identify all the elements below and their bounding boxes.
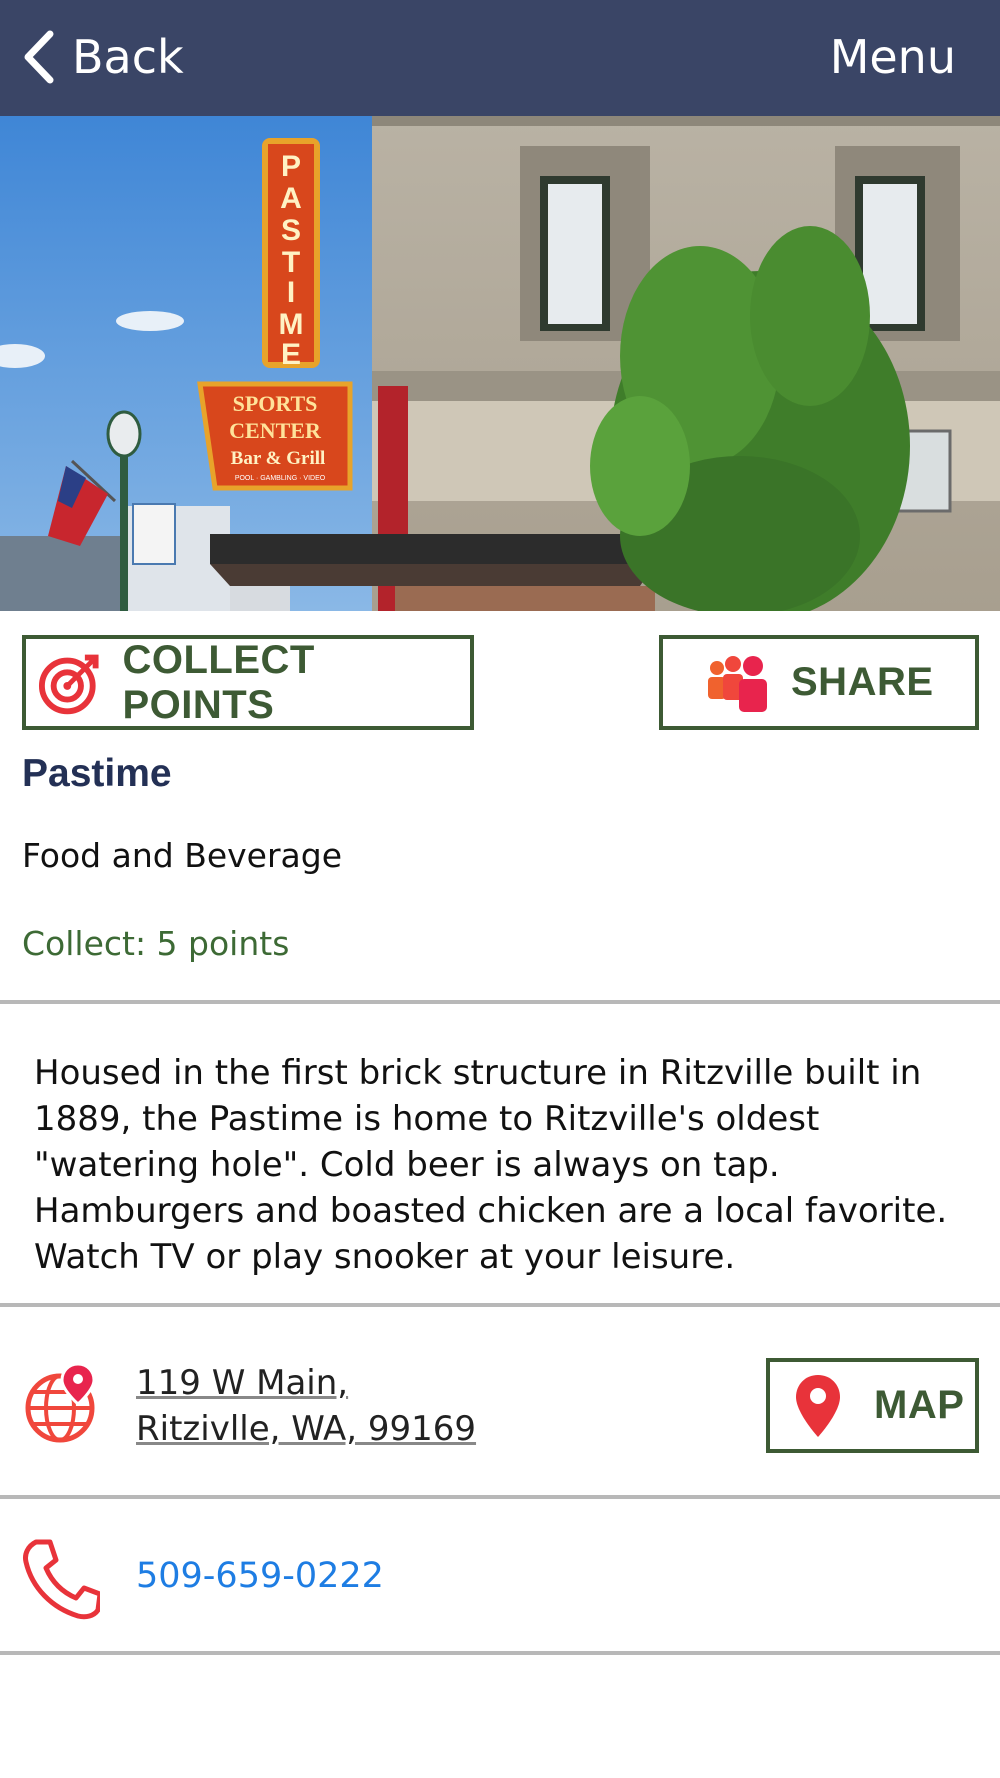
place-description: Housed in the first brick structure in R… [34, 1053, 948, 1277]
svg-text:POOL · GAMBLING · VIDEO: POOL · GAMBLING · VIDEO [235, 475, 326, 482]
share-label: SHARE [791, 660, 934, 704]
globe-pin-icon [25, 1362, 96, 1443]
share-button[interactable]: SHARE [659, 635, 979, 730]
map-button[interactable]: MAP [766, 1358, 979, 1453]
target-arrow-icon [38, 654, 99, 714]
svg-text:T: T [282, 246, 300, 279]
svg-text:I: I [287, 276, 295, 309]
people-icon [708, 655, 767, 712]
points-value: Collect: 5 points [22, 924, 290, 963]
chevron-left-icon [24, 30, 54, 84]
collect-points-button[interactable]: COLLECT POINTS [22, 635, 474, 730]
address-link[interactable]: 119 W Main, Ritzivlle, WA, 99169 [136, 1360, 476, 1452]
hero-photo: P A S T I M E SPORTS CENTER Bar & Grill … [0, 116, 1000, 611]
svg-text:Bar & Grill: Bar & Grill [231, 448, 326, 469]
svg-text:SPORTS: SPORTS [233, 391, 318, 416]
divider [0, 1495, 1000, 1499]
map-label: MAP [874, 1383, 965, 1427]
address-line-2: Ritzivlle, WA, 99169 [136, 1409, 477, 1449]
divider [0, 1651, 1000, 1655]
svg-text:S: S [281, 214, 301, 247]
place-category: Food and Beverage [22, 836, 343, 875]
nav-bar: Back Menu [0, 0, 1000, 116]
address-line-1: 119 W Main, [136, 1363, 349, 1403]
back-button[interactable]: Back [20, 24, 184, 90]
svg-text:P: P [281, 150, 301, 183]
back-label: Back [72, 30, 184, 84]
map-pin-icon [796, 1374, 840, 1437]
divider [0, 1000, 1000, 1004]
divider [0, 1303, 1000, 1307]
svg-text:CENTER: CENTER [229, 418, 322, 443]
svg-text:M: M [279, 308, 304, 341]
svg-text:E: E [281, 338, 301, 371]
phone-icon [23, 1539, 100, 1620]
collect-points-label: COLLECT POINTS [122, 637, 315, 727]
menu-button[interactable]: Menu [830, 24, 956, 90]
phone-link[interactable]: 509-659-0222 [136, 1556, 384, 1596]
place-title: Pastime [22, 752, 172, 795]
svg-text:A: A [280, 182, 302, 215]
